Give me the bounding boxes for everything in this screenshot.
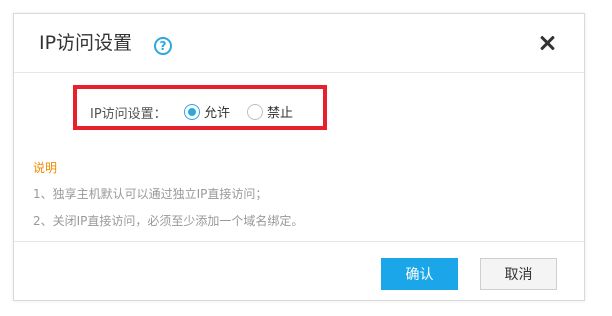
deny-radio[interactable]: 禁止	[247, 102, 293, 121]
ip-access-label: IP访问设置：	[90, 107, 167, 122]
ip-access-dialog: IP访问设置 ? IP访问设置： 允许 禁止 说明 1、独享主机默认可以通过独立…	[13, 13, 585, 301]
dialog-body: IP访问设置： 允许 禁止 说明 1、独享主机默认可以通过独立IP直接访问； 2…	[14, 73, 584, 241]
allow-radio[interactable]: 允许	[184, 102, 230, 121]
help-icon[interactable]: ?	[154, 37, 172, 55]
note-line-2: 2、关闭IP直接访问，必须至少添加一个域名绑定。	[33, 214, 304, 228]
note-line-1: 1、独享主机默认可以通过独立IP直接访问；	[33, 187, 268, 201]
close-icon[interactable]	[537, 33, 557, 53]
allow-radio-circle[interactable]	[184, 103, 200, 120]
dialog-header: IP访问设置 ?	[14, 14, 584, 73]
notes-title: 说明	[33, 161, 58, 175]
confirm-button[interactable]: 确认	[381, 258, 458, 290]
dialog-footer: 确认 取消	[14, 241, 584, 300]
cancel-button[interactable]: 取消	[480, 258, 557, 290]
deny-radio-circle[interactable]	[247, 103, 263, 120]
allow-radio-label: 允许	[204, 106, 231, 121]
dialog-title: IP访问设置	[39, 32, 133, 54]
deny-radio-label: 禁止	[267, 106, 294, 121]
